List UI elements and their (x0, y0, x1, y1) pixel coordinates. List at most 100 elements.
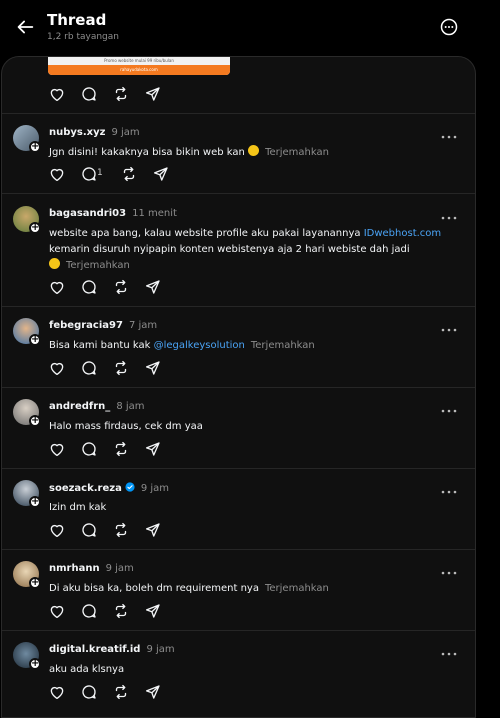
share-icon[interactable] (152, 165, 170, 183)
timestamp: 9 jam (111, 127, 140, 138)
divider (2, 306, 475, 307)
post-body: Jgn disini! kakaknya bisa bikin web kan (49, 147, 245, 158)
mention-link[interactable]: @legalkeysolution (154, 340, 245, 351)
timestamp: 9 jam (146, 644, 175, 655)
more-dots-icon[interactable] (441, 480, 457, 490)
follow-plus-icon[interactable]: + (29, 222, 41, 234)
reply-count: 1 (97, 168, 103, 178)
thread-card: Promo website mulai 99 ribu/bulan rahayu… (1, 56, 476, 718)
username-text[interactable]: bagasandri03 (49, 208, 126, 219)
username[interactable]: digital.kreatif.id 9 jam (49, 644, 175, 655)
follow-plus-icon[interactable]: + (29, 415, 41, 427)
action-bar (48, 683, 168, 703)
username-text[interactable]: andredfrn_ (49, 401, 110, 412)
username[interactable]: nmrhann 9 jam (49, 563, 134, 574)
follow-plus-icon[interactable]: + (29, 658, 41, 670)
post-text: Halo mass firdaus, cek dm yaa (49, 419, 459, 435)
more-dots-icon[interactable] (441, 206, 457, 216)
preview-caption: Promo website mulai 99 ribu/bulan (104, 58, 174, 63)
follow-plus-icon[interactable]: + (29, 334, 41, 346)
post-body-continued: kemarin disuruh nyipapin konten webisten… (49, 244, 410, 255)
like-icon[interactable] (48, 85, 66, 103)
action-bar (48, 85, 168, 105)
more-dots-icon[interactable] (441, 318, 457, 328)
more-dots-icon[interactable] (441, 642, 457, 652)
username-text[interactable]: soezack.reza (49, 483, 122, 494)
share-icon[interactable] (144, 85, 162, 103)
post-text: aku ada klsnya (49, 662, 459, 678)
like-icon[interactable] (48, 521, 66, 539)
username-text[interactable]: febegracia97 (49, 320, 123, 331)
translate-link[interactable]: Terjemahkan (251, 340, 315, 351)
timestamp: 11 menit (132, 208, 177, 219)
repost-icon[interactable] (112, 440, 130, 458)
translate-link[interactable]: Terjemahkan (66, 260, 130, 271)
repost-icon[interactable] (120, 165, 138, 183)
like-icon[interactable] (48, 602, 66, 620)
top-bar: Thread 1,2 rb tayangan (0, 0, 500, 56)
like-icon[interactable] (48, 683, 66, 701)
follow-plus-icon[interactable]: + (29, 577, 41, 589)
action-bar (48, 440, 168, 460)
share-icon[interactable] (144, 683, 162, 701)
more-dots-icon[interactable] (441, 399, 457, 409)
more-dots-icon[interactable] (441, 561, 457, 571)
comment-icon[interactable] (80, 440, 98, 458)
divider (2, 193, 475, 194)
share-icon[interactable] (144, 278, 162, 296)
username[interactable]: febegracia97 7 jam (49, 320, 157, 331)
action-bar (48, 602, 168, 622)
like-icon[interactable] (48, 359, 66, 377)
comment-icon[interactable] (80, 683, 98, 701)
reply-post: + bagasandri03 11 menit website apa bang,… (2, 206, 475, 286)
more-circle-icon[interactable] (439, 17, 459, 37)
like-icon[interactable] (48, 165, 66, 183)
share-icon[interactable] (144, 359, 162, 377)
repost-icon[interactable] (112, 85, 130, 103)
comment-icon[interactable] (80, 278, 98, 296)
translate-link[interactable]: Terjemahkan (265, 147, 329, 158)
repost-icon[interactable] (112, 521, 130, 539)
preview-bar: rahayudakota.com (48, 65, 230, 75)
share-icon[interactable] (144, 521, 162, 539)
username[interactable]: soezack.reza 9 jam (49, 482, 169, 494)
username[interactable]: bagasandri03 11 menit (49, 208, 177, 219)
username[interactable]: nubys.xyz 9 jam (49, 127, 140, 138)
post-link[interactable]: IDwebhost.com (364, 228, 441, 239)
more-dots-icon[interactable] (441, 125, 457, 135)
username-text[interactable]: nubys.xyz (49, 127, 105, 138)
username[interactable]: andredfrn_ 8 jam (49, 401, 145, 412)
share-icon[interactable] (144, 440, 162, 458)
divider (2, 468, 475, 469)
follow-plus-icon[interactable]: + (29, 496, 41, 508)
translate-link[interactable]: Terjemahkan (265, 583, 329, 594)
username-text[interactable]: digital.kreatif.id (49, 644, 140, 655)
like-icon[interactable] (48, 278, 66, 296)
action-bar: 1 (48, 165, 168, 185)
like-icon[interactable] (48, 440, 66, 458)
image-preview[interactable]: Promo website mulai 99 ribu/bulan rahayu… (48, 57, 230, 75)
repost-icon[interactable] (112, 602, 130, 620)
post-text: website apa bang, kalau website profile … (49, 226, 459, 274)
post-body: Di aku bisa ka, boleh dm requirement nya (49, 583, 259, 594)
repost-icon[interactable] (112, 359, 130, 377)
divider (2, 387, 475, 388)
comment-icon[interactable] (80, 602, 98, 620)
timestamp: 9 jam (140, 483, 170, 494)
comment-icon[interactable] (80, 165, 98, 183)
divider (2, 549, 475, 550)
comment-icon[interactable] (80, 359, 98, 377)
action-bar (48, 359, 168, 379)
comment-icon[interactable] (80, 521, 98, 539)
timestamp: 9 jam (105, 563, 134, 574)
comment-icon[interactable] (80, 85, 98, 103)
share-icon[interactable] (144, 602, 162, 620)
repost-icon[interactable] (112, 683, 130, 701)
action-bar (48, 278, 168, 298)
repost-icon[interactable] (112, 278, 130, 296)
post-body: Bisa kami bantu kak (49, 340, 151, 351)
username-text[interactable]: nmrhann (49, 563, 100, 574)
back-arrow-icon[interactable] (14, 16, 36, 38)
verified-icon (125, 482, 135, 492)
follow-plus-icon[interactable]: + (29, 141, 41, 153)
